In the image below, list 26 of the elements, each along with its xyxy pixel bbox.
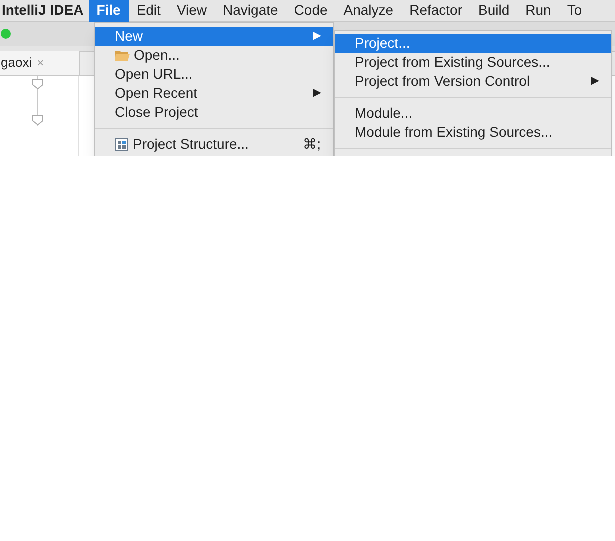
menu-item[interactable]: Open...	[95, 46, 333, 65]
menu-bar-item[interactable]: Run	[518, 0, 560, 22]
menu-item[interactable]: Close Project	[95, 103, 333, 122]
menu-item[interactable]: Module from Existing Sources...	[335, 123, 611, 142]
menu-item[interactable]: Project from Version Control ▶	[335, 72, 611, 91]
grid-icon	[115, 138, 129, 151]
menu-item[interactable]: Open Recent ▶	[95, 84, 333, 103]
menu-item[interactable]: Module...	[335, 104, 611, 123]
menu-bar-item[interactable]: Edit	[128, 0, 169, 22]
editor-tab[interactable]: gaoxi ×	[0, 51, 80, 75]
menu-item[interactable]: Project...	[335, 34, 611, 53]
menu-bar-item[interactable]: To	[559, 0, 590, 22]
menu-bar-item[interactable]: File	[88, 0, 129, 22]
menu-bar-item[interactable]: Navigate	[215, 0, 286, 22]
menu-item[interactable]: Project Structure... ⌘;	[95, 135, 333, 154]
menu-bar-item[interactable]: Code	[286, 0, 336, 22]
tab-label: gaoxi	[1, 54, 32, 72]
menu-bar-item[interactable]: Refactor	[402, 0, 470, 22]
menu-item[interactable]: New ▶	[95, 27, 333, 46]
folder-icon	[115, 50, 130, 62]
menu-item[interactable]: Open URL...	[95, 65, 333, 84]
menu-bar-item[interactable]: View	[168, 0, 216, 22]
menu-item[interactable]: Project from Existing Sources...	[335, 53, 611, 72]
menu-bar-item[interactable]: Build	[470, 0, 518, 22]
app-name[interactable]: IntelliJ IDEA	[0, 0, 86, 21]
menu-bar-item[interactable]: Analyze	[336, 0, 402, 22]
